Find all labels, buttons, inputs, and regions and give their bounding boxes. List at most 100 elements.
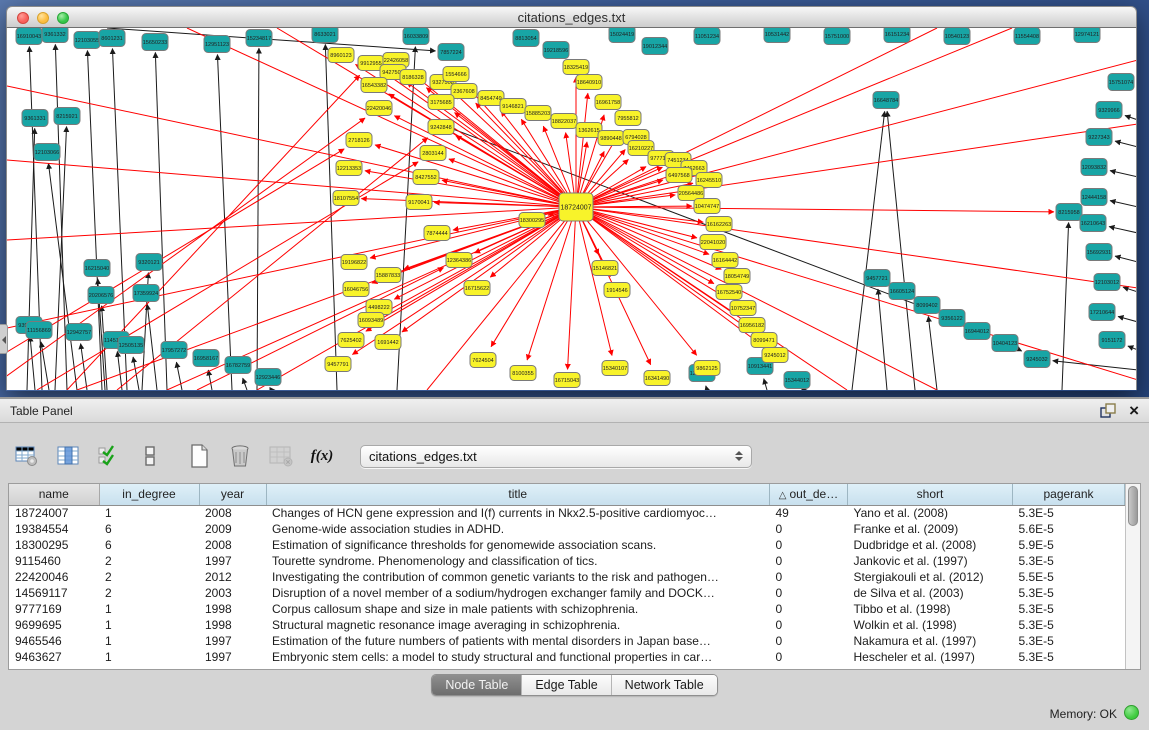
network-node[interactable]: 16715622 (464, 281, 490, 296)
network-node[interactable]: 16956182 (739, 318, 765, 333)
network-node[interactable]: 12364386 (446, 253, 472, 268)
network-node[interactable]: 22420046 (366, 101, 392, 116)
network-node[interactable]: 1691442 (375, 335, 401, 350)
cell-name[interactable]: 9115460 (9, 553, 99, 569)
network-node[interactable]: 15751000 (824, 28, 850, 45)
cell-short[interactable]: Stergiakouli et al. (2012) (848, 569, 1013, 585)
network-node[interactable]: 15887833 (375, 268, 401, 283)
network-node[interactable]: 15650233 (142, 34, 168, 51)
cell-title[interactable]: Estimation of significance thresholds fo… (266, 537, 770, 553)
network-node[interactable]: 16782759 (225, 357, 251, 374)
network-node[interactable]: 15344012 (784, 372, 810, 389)
cell-title[interactable]: Investigating the contribution of common… (266, 569, 770, 585)
network-node[interactable]: 12974121 (1074, 28, 1100, 43)
cell-pagerank[interactable]: 5.3E-5 (1013, 505, 1125, 521)
cell-pagerank[interactable]: 5.3E-5 (1013, 633, 1125, 649)
network-node[interactable]: 9245012 (762, 348, 788, 363)
network-node[interactable]: 15024419 (609, 28, 635, 43)
cell-out_degree[interactable]: 0 (770, 601, 848, 617)
cell-out_degree[interactable]: 0 (770, 633, 848, 649)
network-node[interactable]: 11554408 (1014, 28, 1040, 45)
cell-short[interactable]: Dudbridge et al. (2008) (848, 537, 1013, 553)
cell-year[interactable]: 1998 (199, 601, 266, 617)
network-node[interactable]: 9457791 (325, 357, 351, 372)
cell-title[interactable]: Tourette syndrome. Phenomenology and cla… (266, 553, 770, 569)
network-node[interactable]: 7857224 (438, 44, 464, 61)
network-node[interactable]: 9890448 (598, 131, 624, 146)
table-row[interactable]: 946554611997Estimation of the future num… (9, 633, 1125, 649)
network-node[interactable]: 10752347 (730, 301, 756, 316)
network-node[interactable]: 12505135 (118, 337, 144, 354)
network-node[interactable]: 22041020 (700, 235, 726, 250)
cell-year[interactable]: 2009 (199, 521, 266, 537)
cell-title[interactable]: Embryonic stem cells: a model to study s… (266, 649, 770, 665)
network-node[interactable]: 7624504 (470, 353, 496, 368)
function-builder-icon[interactable]: f(x) (309, 443, 335, 469)
network-node[interactable]: 12942757 (66, 324, 92, 341)
cell-out_degree[interactable]: 0 (770, 617, 848, 633)
network-node[interactable]: 18724007 (559, 193, 593, 221)
network-node[interactable]: 2803144 (420, 146, 446, 161)
cell-out_degree[interactable]: 0 (770, 537, 848, 553)
network-node[interactable]: 1554666 (443, 67, 469, 82)
table-panel-titlebar[interactable]: Table Panel × (0, 399, 1149, 423)
network-node[interactable]: 7625402 (338, 333, 364, 348)
new-document-icon[interactable] (186, 443, 212, 469)
cell-name[interactable]: 9465546 (9, 633, 99, 649)
network-node[interactable]: 10540123 (944, 28, 970, 45)
table-row[interactable]: 946362711997Embryonic stem cells: a mode… (9, 649, 1125, 665)
cell-in_degree[interactable]: 2 (99, 585, 199, 601)
cell-out_degree[interactable]: 0 (770, 521, 848, 537)
network-node[interactable]: 17359924 (133, 285, 159, 302)
network-node[interactable]: 12923446 (255, 369, 281, 386)
table-row[interactable]: 1938455462009Genome-wide association stu… (9, 521, 1125, 537)
cell-short[interactable]: Franke et al. (2009) (848, 521, 1013, 537)
network-node[interactable]: 16093489 (358, 313, 384, 328)
network-node[interactable]: 8100355 (510, 366, 536, 381)
network-node[interactable]: 17210644 (1089, 304, 1115, 321)
network-node[interactable]: 18325419 (563, 60, 589, 75)
network-node[interactable]: 12103012 (1094, 274, 1120, 291)
cell-short[interactable]: Hescheler et al. (1997) (848, 649, 1013, 665)
zoom-window-button[interactable] (57, 12, 69, 24)
cell-title[interactable]: Structural magnetic resonance image aver… (266, 617, 770, 633)
network-node[interactable]: 6497568 (666, 168, 692, 183)
network-node[interactable]: 9227343 (1086, 129, 1112, 146)
collapse-panel-arrow-icon[interactable] (0, 324, 8, 354)
network-node[interactable]: 16543382 (361, 78, 387, 93)
cell-in_degree[interactable]: 1 (99, 505, 199, 521)
network-node[interactable]: 19012344 (642, 38, 668, 55)
network-node[interactable]: 11051234 (694, 28, 720, 45)
network-node[interactable]: 16715043 (554, 373, 580, 388)
cell-pagerank[interactable]: 5.9E-5 (1013, 537, 1125, 553)
network-node[interactable]: 8633021 (312, 28, 338, 43)
cell-pagerank[interactable]: 5.3E-5 (1013, 649, 1125, 665)
network-node[interactable]: 12951123 (204, 36, 230, 53)
table-row[interactable]: 969969511998Structural magnetic resonanc… (9, 617, 1125, 633)
scrollbar-thumb[interactable] (1128, 486, 1138, 526)
cell-in_degree[interactable]: 2 (99, 569, 199, 585)
table-row[interactable]: 2242004622012Investigating the contribut… (9, 569, 1125, 585)
network-node[interactable]: 9361332 (42, 28, 68, 43)
cell-in_degree[interactable]: 1 (99, 649, 199, 665)
network-node[interactable]: 12444158 (1081, 189, 1107, 206)
cell-year[interactable]: 2008 (199, 505, 266, 521)
cell-in_degree[interactable]: 2 (99, 553, 199, 569)
cell-in_degree[interactable]: 1 (99, 633, 199, 649)
network-node[interactable]: 12103066 (34, 144, 60, 161)
cell-pagerank[interactable]: 5.3E-5 (1013, 585, 1125, 601)
network-node[interactable]: 16648784 (873, 92, 899, 109)
cell-pagerank[interactable]: 5.3E-5 (1013, 617, 1125, 633)
cell-title[interactable]: Corpus callosum shape and size in male p… (266, 601, 770, 617)
network-node[interactable]: 8186328 (400, 70, 426, 85)
network-node[interactable]: 9862125 (694, 361, 720, 376)
cell-year[interactable]: 2012 (199, 569, 266, 585)
network-node[interactable]: 16944012 (964, 323, 990, 340)
network-node[interactable]: 7955812 (615, 111, 641, 126)
cell-year[interactable]: 1997 (199, 633, 266, 649)
network-node[interactable]: 19196822 (341, 255, 367, 270)
network-node[interactable]: 18640910 (576, 75, 602, 90)
network-node[interactable]: 8960123 (328, 48, 354, 63)
network-node[interactable]: 9356122 (939, 310, 965, 327)
show-columns-icon[interactable] (55, 443, 81, 469)
